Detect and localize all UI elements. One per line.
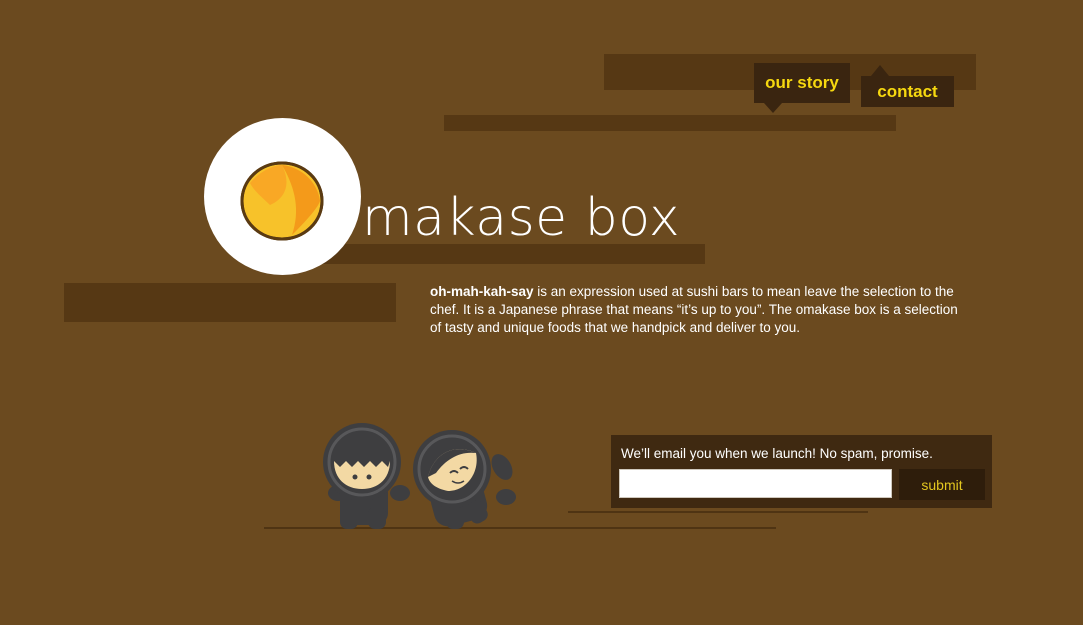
nav-contact-link[interactable]: contact bbox=[861, 65, 954, 107]
intro-description: oh-mah-kah-say is an expression used at … bbox=[430, 283, 970, 337]
ninja-mascots-illustration bbox=[323, 423, 516, 529]
header-bar-middle bbox=[444, 115, 896, 131]
ninja-right-icon bbox=[413, 430, 516, 529]
submit-button[interactable]: submit bbox=[899, 469, 985, 500]
orange-emblem-icon bbox=[240, 161, 324, 241]
left-bar bbox=[64, 283, 396, 322]
intro-term: oh-mah-kah-say bbox=[430, 284, 534, 299]
signup-message: We’ll email you when we launch! No spam,… bbox=[621, 446, 933, 461]
ninja-left-icon bbox=[323, 423, 410, 529]
ground-line-right bbox=[568, 511, 868, 513]
email-input[interactable] bbox=[619, 469, 892, 498]
email-signup-panel: We’ll email you when we launch! No spam,… bbox=[611, 435, 992, 508]
nav-our-story-link[interactable]: our story bbox=[754, 63, 850, 113]
logo-wordmark: makase box bbox=[362, 188, 681, 248]
